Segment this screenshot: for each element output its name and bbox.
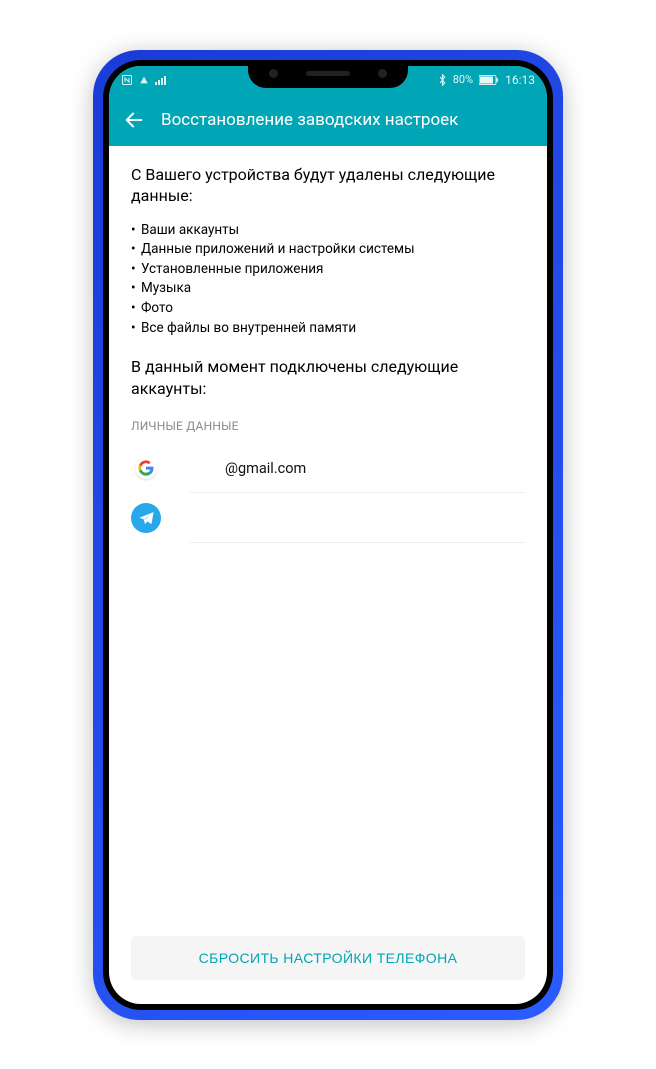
warning-heading: С Вашего устройства будут удалены следую… [131,164,525,207]
back-button[interactable] [123,109,145,131]
battery-icon [479,75,499,85]
account-row-google[interactable]: @gmail.com [109,443,547,493]
list-item: Фото [131,299,525,319]
screen: 80% 16:13 Восстановление заводских настр… [109,66,547,1004]
battery-percent: 80% [453,73,473,86]
list-item: Все файлы во внутренней памяти [131,319,525,339]
action-bar: СБРОСИТЬ НАСТРОЙКИ ТЕЛЕФОНА [109,920,547,1004]
clock: 16:13 [505,73,535,87]
page-title: Восстановление заводских настроек [161,110,533,130]
nfc-icon [121,74,133,86]
status-bar: 80% 16:13 [109,66,547,94]
deletion-list: Ваши аккаунты Данные приложений и настро… [131,221,525,352]
volte-icon [139,75,149,85]
phone-frame: 80% 16:13 Восстановление заводских настр… [93,50,563,1020]
google-icon [131,453,161,483]
phone-bezel: 80% 16:13 Восстановление заводских настр… [103,60,553,1010]
list-item: Данные приложений и настройки системы [131,240,525,260]
list-item: Ваши аккаунты [131,221,525,241]
bluetooth-icon [438,74,447,86]
account-row-telegram[interactable] [109,493,547,543]
reset-phone-button[interactable]: СБРОСИТЬ НАСТРОЙКИ ТЕЛЕФОНА [131,936,525,980]
list-item: Установленные приложения [131,260,525,280]
telegram-icon [131,503,161,533]
list-item: Музыка [131,279,525,299]
title-bar: Восстановление заводских настроек [109,94,547,146]
accounts-heading: В данный момент подключены следующие акк… [131,356,525,399]
account-label: @gmail.com [225,460,306,477]
personal-data-label: ЛИЧНЫЕ ДАННЫЕ [109,409,547,443]
signal-icon [155,75,167,85]
content-area: С Вашего устройства будут удалены следую… [109,146,547,1004]
